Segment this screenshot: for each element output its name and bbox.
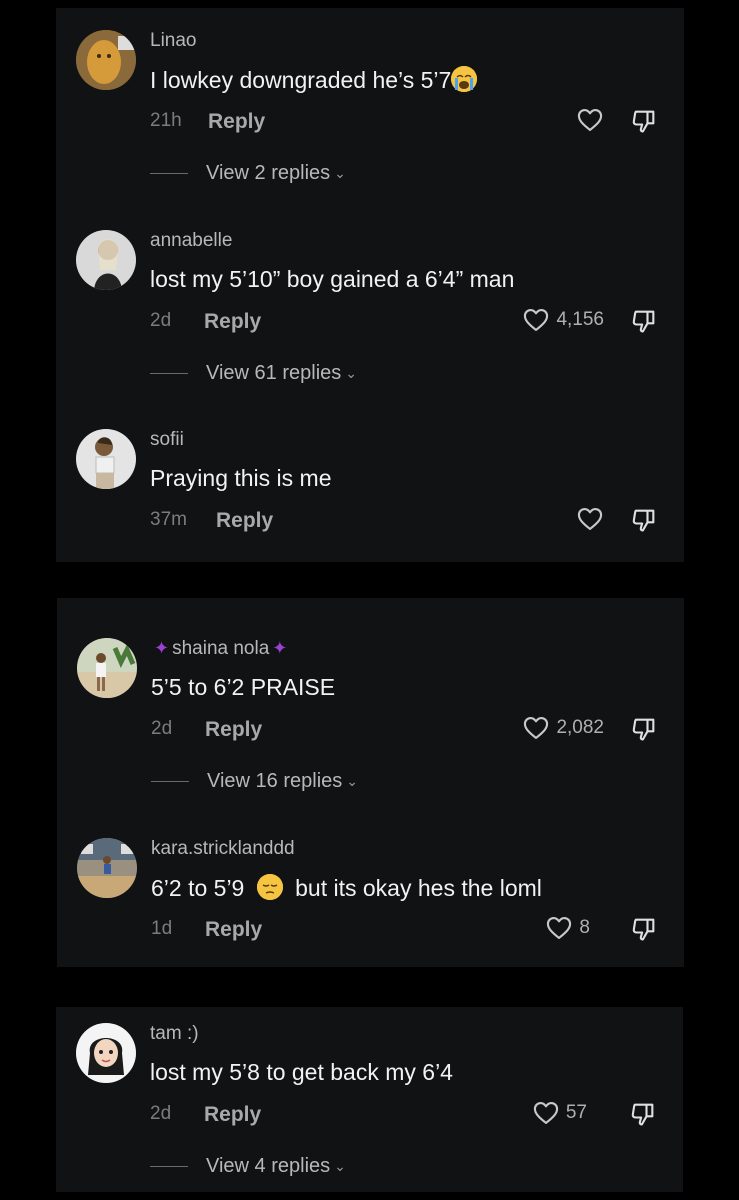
heart-icon xyxy=(577,109,603,131)
comment-item: annabelle lost my 5’10” boy gained a 6’4… xyxy=(56,230,684,384)
reply-button[interactable]: Reply xyxy=(208,110,265,134)
chevron-down-icon: ⌄ xyxy=(346,773,358,789)
divider-line xyxy=(150,373,188,374)
view-replies-link[interactable]: View 16 replies ⌄ xyxy=(151,770,358,793)
like-button[interactable]: 8 xyxy=(545,914,590,942)
comment-text-part: but its okay hes the loml xyxy=(295,875,542,901)
dislike-button[interactable] xyxy=(630,715,658,743)
avatar[interactable] xyxy=(76,30,136,90)
comment-text: lost my 5’8 to get back my 6’4 xyxy=(150,1059,453,1085)
heart-icon xyxy=(577,508,603,530)
dislike-button[interactable] xyxy=(630,506,658,534)
like-button[interactable]: 2,082 xyxy=(522,714,604,742)
username[interactable]: ✦ shaina nola ✦ xyxy=(151,638,290,660)
thumbs-down-icon xyxy=(632,110,655,133)
thumbs-down-icon xyxy=(632,509,655,532)
dislike-button[interactable] xyxy=(629,1100,657,1128)
dislike-button[interactable] xyxy=(630,307,658,335)
reply-button[interactable]: Reply xyxy=(204,1103,261,1127)
avatar[interactable] xyxy=(76,429,136,489)
timestamp: 2d xyxy=(150,1103,172,1124)
heart-icon xyxy=(524,717,549,739)
heart-icon xyxy=(547,917,572,939)
comment-text: lost my 5’10” boy gained a 6’4” man xyxy=(150,266,515,292)
divider-line xyxy=(150,173,188,174)
chevron-down-icon: ⌄ xyxy=(334,165,346,181)
heart-icon xyxy=(533,1102,558,1124)
thumbs-down-icon xyxy=(632,718,655,741)
username[interactable]: Linao xyxy=(150,30,197,52)
comment-panel-2: ✦ shaina nola ✦ 5’5 to 6’2 PRAISE 2d Reply… xyxy=(57,598,684,967)
view-replies-label: View 61 replies xyxy=(206,362,342,384)
reply-button[interactable]: Reply xyxy=(216,509,273,533)
thumbs-down-icon xyxy=(632,310,655,333)
like-button[interactable]: 57 xyxy=(532,1099,587,1127)
comment-text: Praying this is me xyxy=(150,465,332,491)
heart-icon xyxy=(524,309,549,331)
comment-panel-3: tam :) lost my 5’8 to get back my 6’4 2d… xyxy=(56,1007,683,1192)
avatar[interactable] xyxy=(76,1023,136,1083)
divider-line xyxy=(150,1166,188,1167)
avatar[interactable] xyxy=(76,230,136,290)
comment-item: sofii Praying this is me 37m Reply xyxy=(56,429,684,579)
reply-button[interactable]: Reply xyxy=(205,718,262,742)
chevron-down-icon: ⌄ xyxy=(334,1158,346,1174)
view-replies-link[interactable]: View 4 replies ⌄ xyxy=(150,1155,346,1178)
comment-text: I lowkey downgraded he’s 5’7 xyxy=(150,66,478,94)
comment-item: ✦ shaina nola ✦ 5’5 to 6’2 PRAISE 2d Reply… xyxy=(57,638,684,792)
thumbs-down-icon xyxy=(632,918,655,941)
thumbs-down-icon xyxy=(631,1103,654,1126)
view-replies-label: View 16 replies xyxy=(207,770,343,792)
reply-button[interactable]: Reply xyxy=(204,310,261,334)
timestamp: 21h xyxy=(150,110,182,131)
like-count: 2,082 xyxy=(556,717,604,738)
avatar[interactable] xyxy=(77,838,137,898)
username[interactable]: tam :) xyxy=(150,1023,199,1045)
like-count: 8 xyxy=(579,917,590,938)
timestamp: 37m xyxy=(150,509,187,530)
view-replies-label: View 4 replies xyxy=(206,1155,331,1177)
view-replies-link[interactable]: View 2 replies ⌄ xyxy=(150,162,346,185)
comment-item: tam :) lost my 5’8 to get back my 6’4 2d… xyxy=(56,1023,683,1177)
like-count: 4,156 xyxy=(556,309,604,330)
comment-item: Linao I lowkey downgraded he’s 5’7 21h R… xyxy=(56,30,684,184)
username[interactable]: sofii xyxy=(150,429,184,451)
like-button[interactable] xyxy=(576,106,604,134)
dancer-emoji-icon: ✦ xyxy=(154,638,170,658)
comment-text-part: 6’2 to 5’9 xyxy=(151,875,245,901)
reply-button[interactable]: Reply xyxy=(205,918,262,942)
comment-panel-1: Linao I lowkey downgraded he’s 5’7 21h R… xyxy=(56,8,684,562)
dancer-emoji-icon: ✦ xyxy=(272,638,288,658)
pensive-face-emoji-icon xyxy=(256,874,283,900)
timestamp: 2d xyxy=(150,310,172,331)
loudly-crying-emoji-icon xyxy=(451,66,478,92)
avatar[interactable] xyxy=(77,638,137,698)
view-replies-label: View 2 replies xyxy=(206,162,331,184)
username[interactable]: annabelle xyxy=(150,230,232,252)
timestamp: 2d xyxy=(151,718,173,739)
username[interactable]: kara.stricklanddd xyxy=(151,838,295,860)
username-text: shaina nola xyxy=(172,638,270,659)
chevron-down-icon: ⌄ xyxy=(345,365,357,381)
comment-item: kara.stricklanddd 6’2 to 5’9 but its oka… xyxy=(57,838,684,988)
timestamp: 1d xyxy=(151,918,173,939)
comment-text: 6’2 to 5’9 but its okay hes the loml xyxy=(151,874,542,902)
dislike-button[interactable] xyxy=(630,107,658,135)
divider-line xyxy=(151,781,189,782)
like-button[interactable] xyxy=(576,505,604,533)
like-button[interactable]: 4,156 xyxy=(522,306,604,334)
comment-text-content: I lowkey downgraded he’s 5’7 xyxy=(150,67,452,93)
like-count: 57 xyxy=(565,1102,587,1123)
dislike-button[interactable] xyxy=(630,915,658,943)
comment-text: 5’5 to 6’2 PRAISE xyxy=(151,674,336,700)
view-replies-link[interactable]: View 61 replies ⌄ xyxy=(150,362,357,385)
